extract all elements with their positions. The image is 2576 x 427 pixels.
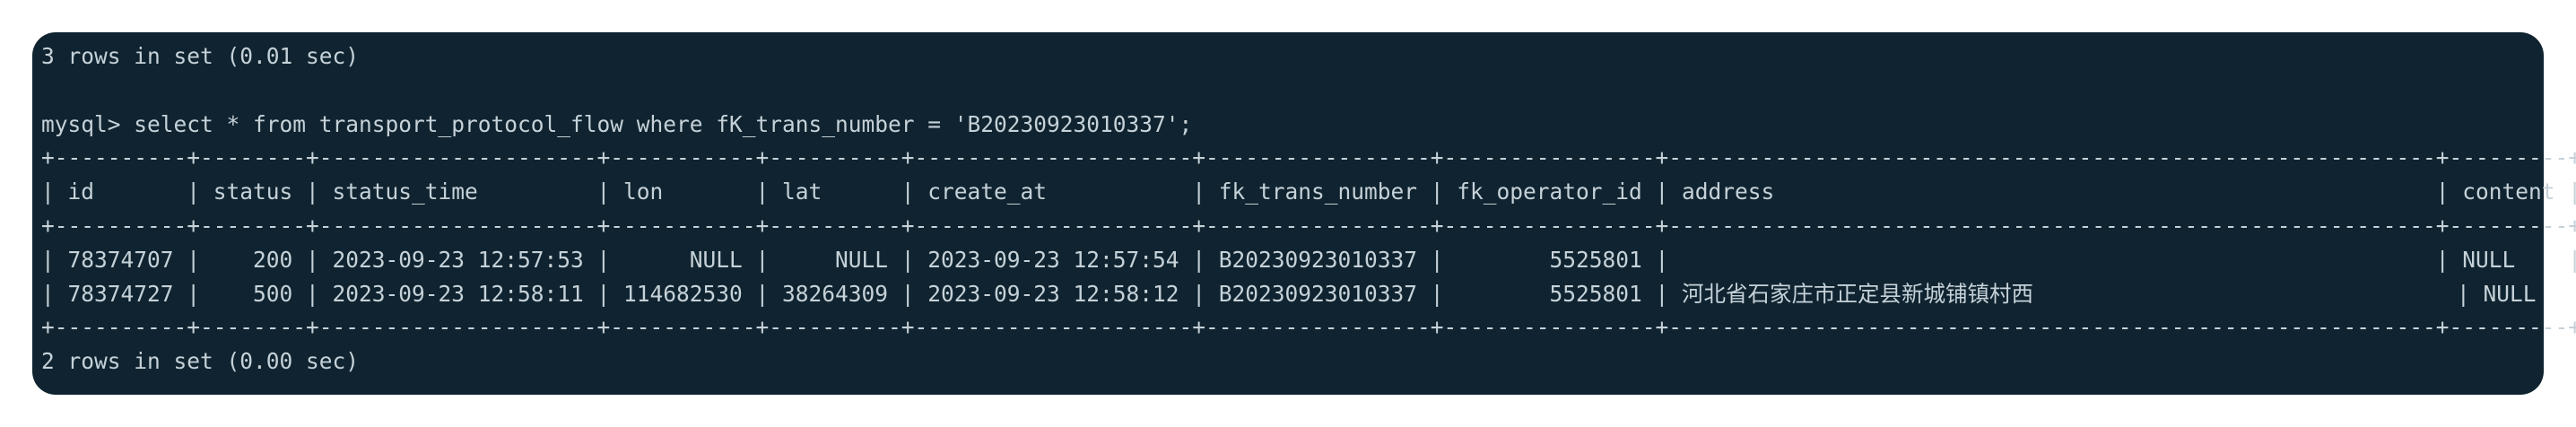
table-border-mid: +----------+--------+-------------------… xyxy=(41,212,2576,239)
table-border-top: +----------+--------+-------------------… xyxy=(41,144,2576,171)
prev-result-summary: 3 rows in set (0.01 sec) xyxy=(41,43,360,69)
table-row: | 78374707 | 200 | 2023-09-23 12:57:53 |… xyxy=(41,246,2576,273)
table-border-bottom: +----------+--------+-------------------… xyxy=(41,314,2576,341)
table-row: | 78374727 | 500 | 2023-09-23 12:58:11 |… xyxy=(41,280,2576,307)
sql-command-line: mysql> select * from transport_protocol_… xyxy=(41,110,1193,137)
result-summary: 2 rows in set (0.00 sec) xyxy=(41,348,360,375)
table-header-row: | id | status | status_time | lon | lat … xyxy=(41,179,2576,205)
terminal-window[interactable]: 3 rows in set (0.01 sec) mysql> select *… xyxy=(32,32,2576,395)
